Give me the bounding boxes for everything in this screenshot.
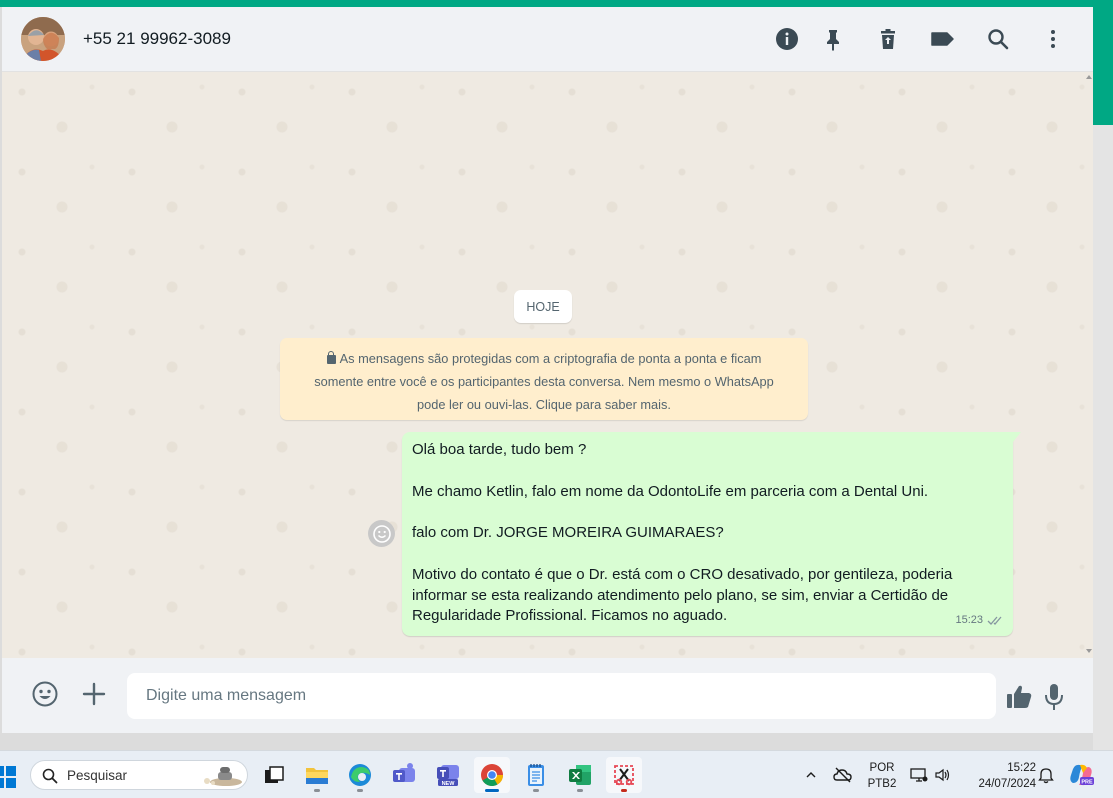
composer-bar — [2, 658, 1093, 733]
snipping-tool-icon[interactable] — [606, 757, 642, 793]
scroll-up-arrow[interactable] — [1086, 75, 1092, 79]
scroll-down-arrow[interactable] — [1086, 649, 1092, 653]
message-paragraph: Me chamo Ketlin, falo em nome da OdontoL… — [412, 482, 929, 500]
network-icon[interactable] — [907, 757, 931, 793]
windows-taskbar: Pesquisar NEW POR PTB2 15:22 24/07/2024 … — [0, 750, 1113, 798]
contact-avatar[interactable] — [21, 17, 65, 61]
edge-browser-icon[interactable] — [342, 757, 378, 793]
react-emoji-button[interactable] — [368, 520, 395, 547]
label-icon[interactable] — [929, 26, 955, 52]
thumbs-up-icon[interactable] — [1004, 682, 1034, 712]
encryption-notice[interactable]: As mensagens são protegidas com a cripto… — [280, 338, 808, 420]
clock-time[interactable]: 15:22 — [966, 762, 1036, 774]
message-input[interactable] — [127, 673, 996, 719]
message-paragraph: informar se esta realizando atendimento … — [412, 586, 949, 604]
search-icon — [42, 768, 58, 784]
language-indicator-top[interactable]: POR — [866, 762, 898, 774]
language-indicator-bottom[interactable]: PTB2 — [866, 778, 898, 790]
file-explorer-icon[interactable] — [299, 757, 335, 793]
encryption-notice-line3: pode ler ou ouvi-las. Clique para saber … — [417, 397, 671, 412]
task-view-icon[interactable] — [256, 757, 292, 793]
emoji-icon[interactable] — [31, 680, 59, 708]
teams-icon[interactable] — [386, 757, 422, 793]
outgoing-message[interactable]: Olá boa tarde, tudo bem ? Me chamo Ketli… — [402, 432, 1021, 636]
date-divider: HOJE — [514, 290, 572, 323]
message-paragraph: falo com Dr. JORGE MOREIRA GUIMARAES? — [412, 524, 724, 542]
windows-start-icon[interactable] — [0, 766, 16, 788]
copilot-pre-badge: PRE — [1081, 779, 1093, 785]
double-check-icon — [987, 616, 1002, 626]
whatsapp-app: +55 21 99962-3089 HOJE As mensagens são … — [2, 7, 1093, 733]
chrome-icon[interactable] — [474, 757, 510, 793]
notification-bell-icon[interactable] — [1035, 757, 1057, 793]
taskbar-search[interactable]: Pesquisar — [30, 760, 248, 790]
excel-icon[interactable] — [562, 757, 598, 793]
attach-plus-icon[interactable] — [80, 680, 108, 708]
notepad-icon[interactable] — [518, 757, 554, 793]
pin-icon[interactable] — [820, 26, 846, 52]
encryption-notice-line2: somente entre você e os participantes de… — [314, 374, 774, 389]
taskbar-search-label: Pesquisar — [67, 768, 128, 783]
info-icon[interactable] — [774, 26, 800, 52]
window-right-edge — [1093, 125, 1113, 750]
lock-icon — [326, 351, 336, 364]
tray-chevron-up-icon[interactable] — [800, 757, 822, 793]
smiley-icon — [372, 524, 391, 543]
microphone-icon[interactable] — [1042, 682, 1066, 712]
clock-date[interactable]: 24/07/2024 — [966, 778, 1036, 790]
menu-icon[interactable] — [1040, 26, 1066, 52]
encryption-notice-line1: As mensagens são protegidas com a cripto… — [339, 351, 762, 366]
window-top-accent — [0, 0, 1113, 7]
copilot-icon[interactable]: PRE — [1065, 757, 1097, 793]
volume-icon[interactable] — [932, 757, 954, 793]
teams-new-badge: NEW — [442, 781, 456, 787]
message-paragraph: Olá boa tarde, tudo bem ? — [412, 441, 587, 458]
contact-name[interactable]: +55 21 99962-3089 — [83, 29, 231, 49]
message-paragraph: Regularidade Profissional. Ficamos no ag… — [412, 607, 728, 625]
chat-scrollbar[interactable] — [1085, 72, 1093, 658]
onedrive-offline-icon[interactable] — [830, 757, 856, 793]
teams-new-icon[interactable]: NEW — [430, 757, 466, 793]
window-right-accent — [1093, 7, 1113, 125]
message-paragraph: Motivo do contato é que o Dr. está com o… — [412, 565, 953, 583]
search-icon[interactable] — [985, 26, 1011, 52]
chat-header: +55 21 99962-3089 — [2, 7, 1093, 72]
delete-icon[interactable] — [875, 26, 901, 52]
search-highlight-icon — [204, 767, 242, 786]
message-time: 15:23 — [955, 614, 983, 627]
message-meta: 15:23 — [955, 610, 1005, 631]
